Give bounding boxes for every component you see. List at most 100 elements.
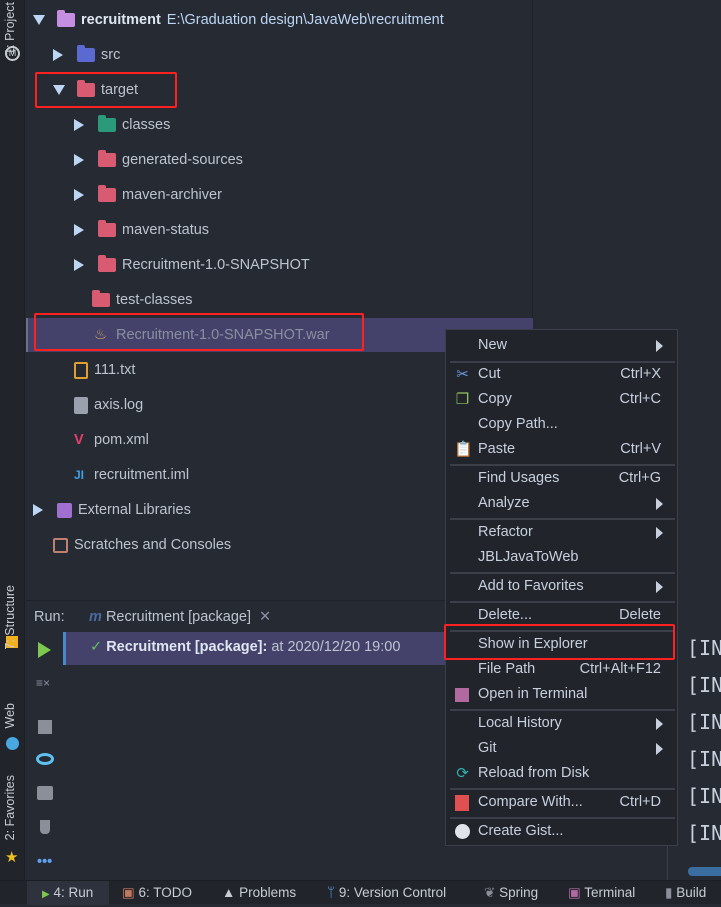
highlight-box-war [34,313,364,351]
tree-root[interactable]: recruitment E:\Graduation design\JavaWeb… [33,3,444,37]
menu-item-copy[interactable]: ❐ Copy Ctrl+C [446,387,677,412]
menu-item-find-usages[interactable]: Find Usages Ctrl+G [446,466,677,491]
build-icon: ▮ [665,885,673,900]
eye-icon[interactable] [36,753,54,765]
item-label: External Libraries [78,502,191,518]
run-tool-header: Run: m Recruitment [package] ✕ [26,600,446,632]
console-line: [IN [687,710,721,734]
horizontal-scrollbar[interactable] [688,867,721,876]
bottom-tab-build[interactable]: ▮ Build [665,881,706,905]
bottom-tab-todo[interactable]: ▣ 6: TODO [122,881,192,905]
folder-icon [98,220,116,237]
camera-icon[interactable] [37,786,53,800]
console-line: [IN [687,673,721,697]
terminal-icon [455,688,469,702]
todo-icon: ▣ [122,885,135,900]
clear-all-icon[interactable]: ≡× [36,676,50,690]
clipboard-icon: 📋 [454,441,473,458]
close-icon[interactable]: ✕ [259,609,271,625]
structure-tool-tab[interactable]: 7: Structure [3,585,17,650]
favorites-tab-label: 2: Favorites [3,775,17,841]
tree-item-maven-status[interactable]: maven-status [74,213,209,247]
classes-folder-icon [98,115,116,132]
web-tool-tab[interactable]: Web [3,703,17,728]
tree-item-test-classes[interactable]: test-classes [92,283,193,317]
tree-item-classes[interactable]: classes [74,108,170,142]
warning-icon: ▲ [222,885,236,900]
folder-icon [92,290,110,307]
item-label: src [101,47,121,63]
highlight-box-show-in-explorer [444,624,675,660]
tree-item-external-libraries[interactable]: External Libraries [33,493,191,527]
folder-icon [98,150,116,167]
menu-item-new[interactable]: New [446,333,677,358]
run-entry-name: Recruitment [package]: [106,639,268,655]
menu-item-add-to-favorites[interactable]: Add to Favorites [446,574,677,599]
source-folder-icon [77,45,95,62]
expand-arrow-icon[interactable] [33,15,45,25]
tree-item-111-txt[interactable]: 111.txt [74,353,135,387]
menu-item-reload-from-disk[interactable]: ⟳ Reload from Disk [446,761,677,786]
bottom-tool-bar: ▶ 4: Run ▣ 6: TODO ▲ Problems ᛘ 9: Versi… [0,880,721,905]
menu-item-file-path[interactable]: File Path Ctrl+Alt+F12 [446,657,677,682]
item-label: maven-status [122,222,210,238]
success-check-icon: ✓ [90,639,103,655]
item-label: test-classes [116,292,193,308]
bottom-tab-run[interactable]: ▶ 4: Run [27,881,109,905]
tree-item-scratches[interactable]: Scratches and Consoles [53,528,231,562]
context-menu: New ✂ Cut Ctrl+X ❐ Copy Ctrl+C Copy Path... … [445,329,678,846]
tree-item-iml[interactable]: JI recruitment.iml [74,458,189,492]
root-path: E:\Graduation design\JavaWeb\recruitment [166,12,444,28]
item-label: Recruitment-1.0-SNAPSHOT [122,257,310,273]
maven-icon[interactable]: M [5,46,20,61]
run-toolbar: ≡× ••• [26,632,63,880]
plug-icon[interactable] [40,820,50,834]
console-line: [IN [687,747,721,771]
bottom-tab-problems[interactable]: ▲ Problems [222,881,296,905]
run-label: Run: [34,609,65,625]
iml-file-icon: JI [74,468,85,482]
tree-item-maven-archiver[interactable]: maven-archiver [74,178,222,212]
folder-icon [98,185,116,202]
run-entry[interactable]: ✓ Recruitment [package]: at 2020/12/20 1… [63,632,446,665]
menu-item-cut[interactable]: ✂ Cut Ctrl+X [446,362,677,387]
menu-item-refactor[interactable]: Refactor [446,520,677,545]
tree-item-pom-xml[interactable]: Vpom.xml [74,423,149,457]
run-tab-label: Recruitment [package] [105,609,252,625]
menu-item-analyze[interactable]: Analyze [446,491,677,516]
favorites-tool-tab[interactable]: 2: Favorites [3,775,17,840]
menu-item-copy-path[interactable]: Copy Path... [446,412,677,437]
tree-item-axis-log[interactable]: axis.log [74,388,143,422]
bottom-tab-spring[interactable]: ❦ Spring [484,881,538,905]
module-folder-icon [57,10,75,27]
menu-item-paste[interactable]: 📋 Paste Ctrl+V [446,437,677,462]
item-label: 111.txt [94,362,136,378]
menu-item-compare-with[interactable]: Compare With... Ctrl+D [446,790,677,815]
scratches-icon [53,537,68,553]
menu-item-jbljavatoweb[interactable]: JBLJavaToWeb [446,545,677,570]
left-tool-strip: 1: Project M 7: Structure Web 2: Favorit… [0,0,25,880]
github-icon [455,824,470,839]
menu-item-git[interactable]: Git [446,736,677,761]
star-icon: ★ [5,849,19,866]
bottom-tab-terminal[interactable]: ▣ Terminal [568,881,635,905]
bottom-tab-version-control[interactable]: ᛘ 9: Version Control [327,881,446,905]
branch-icon: ᛘ [327,885,336,900]
tree-item-snapshot-folder[interactable]: Recruitment-1.0-SNAPSHOT [74,248,310,282]
tree-item-src[interactable]: src [53,38,120,72]
menu-item-open-in-terminal[interactable]: Open in Terminal [446,682,677,707]
stop-icon[interactable] [38,720,52,734]
rerun-icon[interactable] [38,642,51,658]
item-label: axis.log [94,397,144,413]
highlight-box-target [35,72,177,108]
tree-item-generated-sources[interactable]: generated-sources [74,143,243,177]
item-label: classes [122,117,171,133]
menu-item-create-gist[interactable]: Create Gist... [446,819,677,844]
item-label: maven-archiver [122,187,222,203]
scissors-icon: ✂ [456,366,469,383]
item-label: recruitment.iml [94,467,190,483]
menu-item-local-history[interactable]: Local History [446,711,677,736]
item-label: pom.xml [94,432,149,448]
more-icon[interactable]: ••• [37,854,52,870]
run-tab[interactable]: m Recruitment [package] ✕ [89,609,271,625]
